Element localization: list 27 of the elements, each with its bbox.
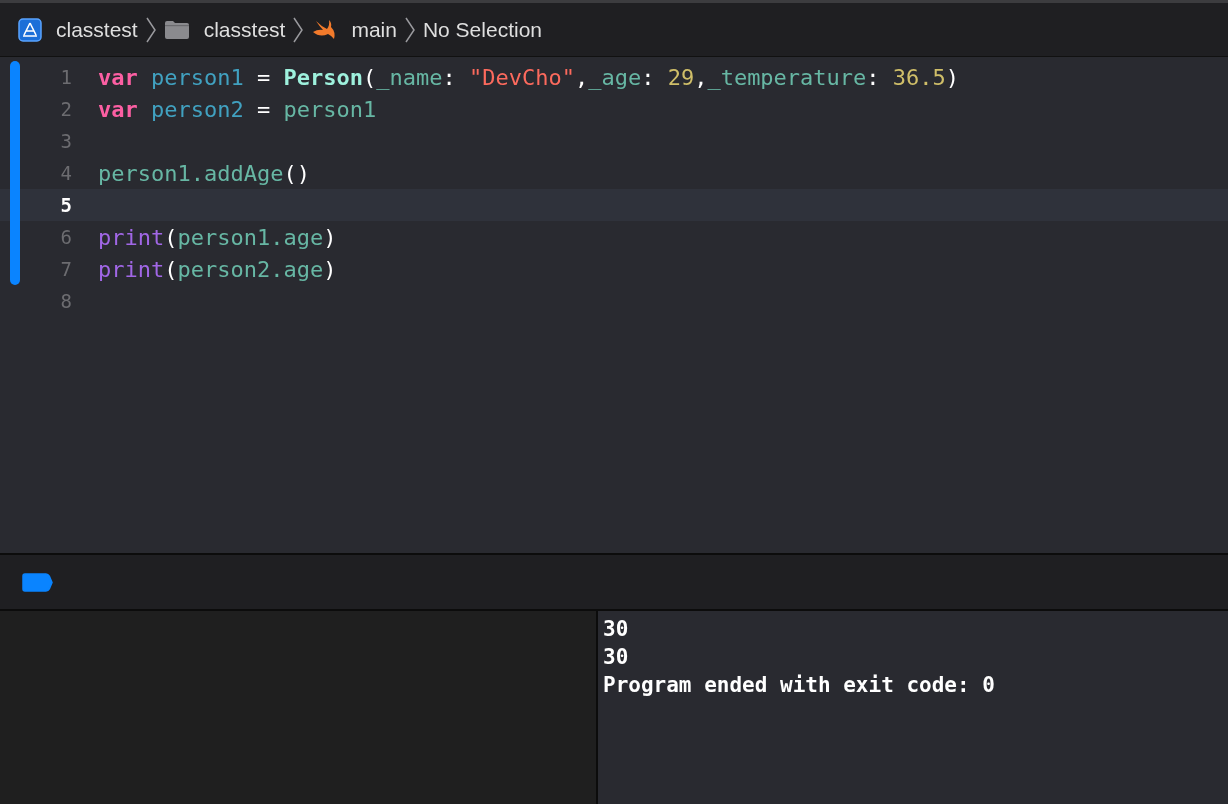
code-line: print(person2.age)	[98, 256, 337, 282]
line-number: 3	[59, 130, 72, 152]
line-number: 6	[59, 226, 72, 248]
console-output-line: Program ended with exit code: 0	[603, 672, 996, 699]
code-line: var person2 = person1	[98, 96, 377, 122]
breadcrumb-item[interactable]: classtest	[203, 17, 286, 42]
app-project-icon	[18, 17, 42, 42]
breadcrumb-item[interactable]: classtest	[56, 17, 138, 42]
line-number: 4	[59, 162, 72, 184]
folder-icon	[163, 19, 190, 40]
breakpoints-toggle-icon[interactable]	[22, 572, 53, 592]
chevron-icon	[145, 16, 156, 43]
code-line: print(person1.age)	[98, 224, 337, 250]
line-number: 2	[59, 98, 72, 120]
code-line: var person1 = Person(_name: "DevCho",_age: 29,_temperature: 36.5)	[98, 64, 960, 90]
line-number: 8	[59, 290, 72, 312]
line-number: 5	[59, 194, 72, 216]
swift-bird-icon	[311, 18, 338, 41]
breadcrumb-item[interactable]: No Selection	[422, 17, 542, 42]
console-output-line: 30	[603, 644, 630, 671]
console-output-line: 30	[603, 616, 630, 643]
code-line: person1.addAge()	[98, 160, 310, 186]
chevron-icon	[404, 16, 415, 43]
chevron-icon	[293, 16, 304, 43]
line-number: 7	[59, 258, 72, 280]
line-number: 1	[59, 66, 72, 88]
breadcrumb-item[interactable]: main	[351, 17, 397, 42]
